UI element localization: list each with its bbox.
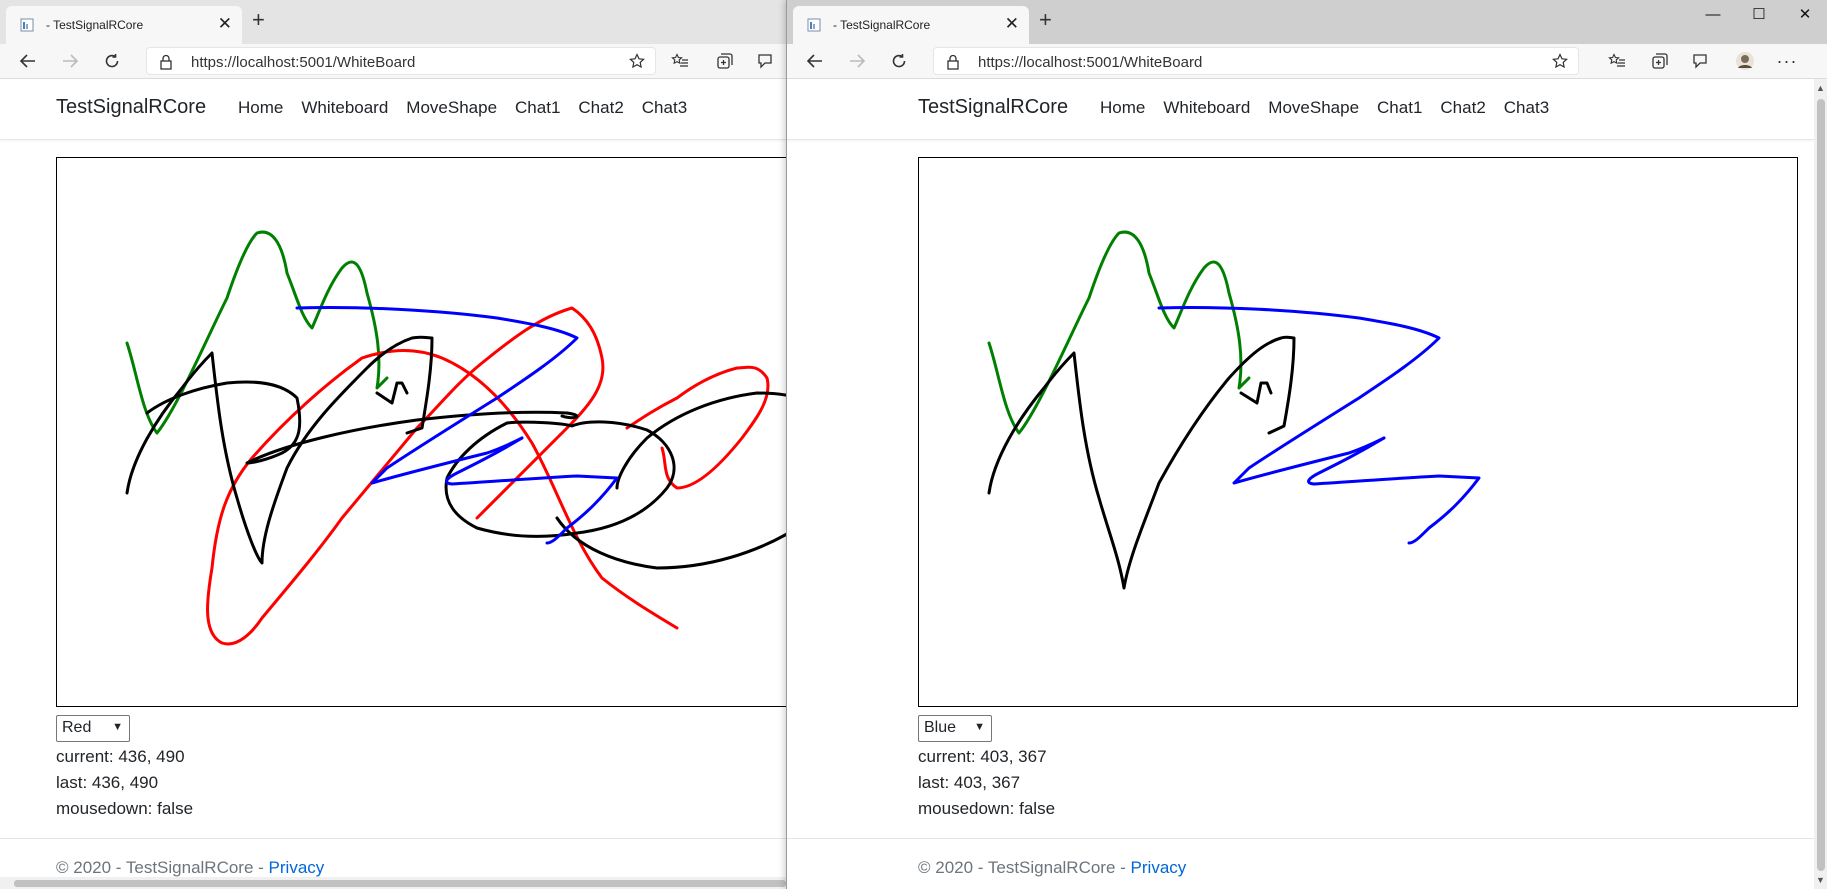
address-url: https://localhost:5001/WhiteBoard [978, 54, 1203, 71]
browser-toolbar: https://localhost:5001/WhiteBoard ··· [787, 44, 1827, 79]
profile-avatar-icon[interactable] [1731, 48, 1759, 74]
browser-toolbar: https://localhost:5001/WhiteBoard [0, 44, 786, 79]
nav-link-chat1[interactable]: Chat1 [515, 98, 560, 118]
nav-link-moveshape[interactable]: MoveShape [406, 98, 497, 118]
site-brand-link[interactable]: TestSignalRCore [918, 96, 1068, 119]
address-bar[interactable]: https://localhost:5001/WhiteBoard [933, 47, 1579, 75]
tab-title: - TestSignalRCore [46, 18, 144, 32]
lock-icon [947, 54, 959, 70]
refresh-icon[interactable] [98, 48, 126, 74]
site-brand-link[interactable]: TestSignalRCore [56, 96, 206, 119]
tab-title: - TestSignalRCore [833, 18, 931, 32]
horizontal-scrollbar[interactable] [0, 877, 786, 889]
scrollbar-thumb[interactable] [14, 880, 786, 887]
nav-link-chat3[interactable]: Chat3 [642, 98, 687, 118]
footer-text: © 2020 - TestSignalRCore - [918, 858, 1131, 877]
page-icon [807, 18, 821, 32]
forward-icon[interactable] [843, 48, 871, 74]
nav-link-chat3[interactable]: Chat3 [1504, 98, 1549, 118]
refresh-icon[interactable] [885, 48, 913, 74]
tab-strip: - TestSignalRCore ✕ + [0, 0, 786, 44]
back-icon[interactable] [801, 48, 829, 74]
nav-links: Home Whiteboard MoveShape Chat1 Chat2 Ch… [1100, 98, 1549, 118]
tab-close-icon[interactable]: ✕ [218, 15, 232, 32]
scrollbar-thumb[interactable] [1817, 99, 1825, 871]
browser-tab[interactable]: - TestSignalRCore ✕ [6, 6, 242, 44]
feedback-icon[interactable] [1687, 48, 1715, 74]
current-coords: current: 436, 490 [56, 747, 185, 766]
color-select-value: Blue [924, 719, 957, 736]
page-viewport: TestSignalRCore Home Whiteboard MoveShap… [787, 79, 1814, 889]
nav-link-whiteboard[interactable]: Whiteboard [1163, 98, 1250, 118]
feedback-icon[interactable] [752, 48, 780, 74]
page-viewport: TestSignalRCore Home Whiteboard MoveShap… [0, 79, 786, 889]
mousedown-status: mousedown: false [56, 799, 194, 818]
more-menu-icon[interactable]: ··· [1773, 48, 1801, 74]
whiteboard-canvas[interactable] [56, 157, 786, 707]
chevron-down-icon: ▼ [112, 721, 123, 733]
stroke-blue-2 [1307, 436, 1481, 545]
stroke-red-loop [625, 365, 770, 490]
whiteboard-drawing [987, 230, 1481, 590]
scroll-up-icon[interactable]: ▲ [1816, 83, 1825, 93]
left-browser-window: - TestSignalRCore ✕ + https://localhost:… [0, 0, 786, 889]
page-footer: © 2020 - TestSignalRCore - Privacy [56, 858, 324, 878]
tab-strip: - TestSignalRCore ✕ + — ☐ ✕ [787, 0, 1827, 44]
stroke-black-2 [1239, 381, 1273, 405]
chevron-down-icon: ▼ [974, 721, 985, 733]
collections-icon[interactable] [710, 48, 738, 74]
nav-link-whiteboard[interactable]: Whiteboard [301, 98, 388, 118]
privacy-link[interactable]: Privacy [269, 858, 325, 877]
color-select-value: Red [62, 719, 92, 736]
last-coords: last: 403, 367 [918, 773, 1021, 792]
browser-tab[interactable]: - TestSignalRCore ✕ [793, 6, 1029, 44]
whiteboard-drawing [125, 230, 786, 646]
stroke-black-5 [375, 381, 409, 405]
page-icon [20, 18, 34, 32]
footer-divider [0, 838, 786, 839]
page-footer: © 2020 - TestSignalRCore - Privacy [918, 858, 1186, 878]
lock-icon [160, 54, 172, 70]
nav-link-moveshape[interactable]: MoveShape [1268, 98, 1359, 118]
nav-link-chat2[interactable]: Chat2 [1440, 98, 1485, 118]
nav-link-chat1[interactable]: Chat1 [1377, 98, 1422, 118]
address-bar[interactable]: https://localhost:5001/WhiteBoard [146, 47, 656, 75]
nav-link-home[interactable]: Home [1100, 98, 1145, 118]
forward-icon[interactable] [56, 48, 84, 74]
vertical-scrollbar[interactable]: ▲ ▼ [1814, 79, 1827, 889]
new-tab-icon[interactable]: + [1039, 9, 1052, 31]
new-tab-icon[interactable]: + [252, 9, 265, 31]
collections-icon[interactable] [1645, 48, 1673, 74]
privacy-link[interactable]: Privacy [1131, 858, 1187, 877]
scroll-down-icon[interactable]: ▼ [1816, 875, 1825, 885]
favorites-list-icon[interactable] [666, 48, 694, 74]
mousedown-status: mousedown: false [918, 799, 1056, 818]
site-navbar: TestSignalRCore Home Whiteboard MoveShap… [787, 79, 1814, 140]
nav-link-home[interactable]: Home [238, 98, 283, 118]
address-url: https://localhost:5001/WhiteBoard [191, 54, 416, 71]
stroke-blue-1 [1157, 306, 1441, 485]
current-coords: current: 403, 367 [918, 747, 1047, 766]
last-coords: last: 436, 490 [56, 773, 159, 792]
stroke-blue-2 [445, 436, 619, 545]
back-icon[interactable] [14, 48, 42, 74]
favorite-star-icon[interactable] [1552, 53, 1568, 69]
close-icon[interactable]: ✕ [1782, 0, 1827, 28]
footer-divider [787, 838, 1814, 839]
whiteboard-canvas[interactable] [918, 157, 1798, 707]
right-browser-window: - TestSignalRCore ✕ + — ☐ ✕ https://loca… [786, 0, 1827, 889]
color-select[interactable]: Blue ▼ [918, 715, 992, 742]
nav-links: Home Whiteboard MoveShape Chat1 Chat2 Ch… [238, 98, 687, 118]
favorites-list-icon[interactable] [1603, 48, 1631, 74]
tab-close-icon[interactable]: ✕ [1005, 15, 1019, 32]
minimize-icon[interactable]: — [1690, 0, 1736, 28]
stroke-black-3 [444, 420, 676, 538]
favorite-star-icon[interactable] [629, 53, 645, 69]
stroke-black-1 [987, 335, 1296, 590]
nav-link-chat2[interactable]: Chat2 [578, 98, 623, 118]
site-navbar: TestSignalRCore Home Whiteboard MoveShap… [0, 79, 786, 140]
footer-text: © 2020 - TestSignalRCore - [56, 858, 269, 877]
color-select[interactable]: Red ▼ [56, 715, 130, 742]
maximize-icon[interactable]: ☐ [1736, 0, 1782, 28]
